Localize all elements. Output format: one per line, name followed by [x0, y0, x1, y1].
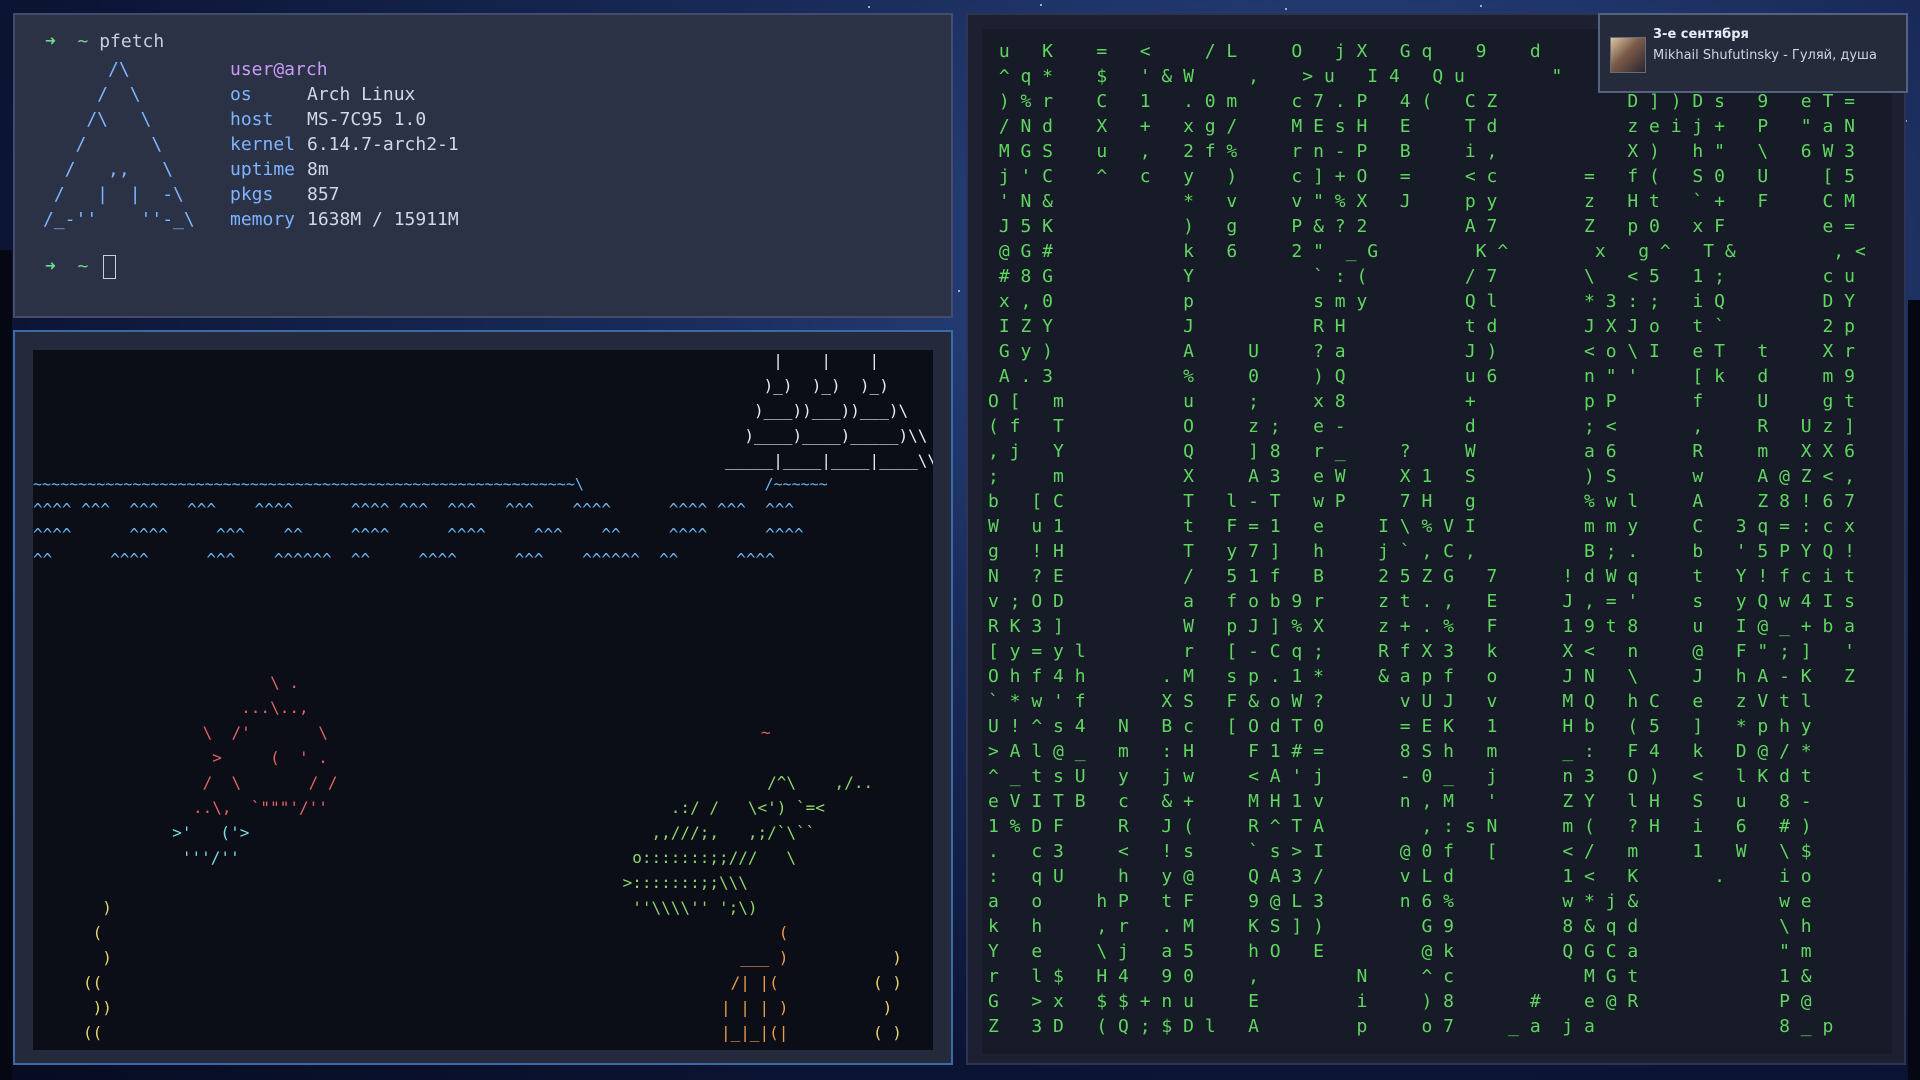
castle-ascii: ( ___ ) /| |( | | | ) |_|_|(|: [721, 923, 789, 1042]
prompt-arrow: ➜ ~: [45, 31, 100, 52]
text-cursor: [103, 255, 117, 279]
bubble-ascii: ~: [761, 723, 771, 742]
command-line: ➜ ~ pfetch: [45, 31, 164, 52]
terminal-matrix-window[interactable]: u K = < / L O j X G q 9 d " ^ q * $ ' & …: [966, 13, 1906, 1065]
matrix-rain-text: u K = < / L O j X G q 9 d " ^ q * $ ' & …: [988, 41, 1866, 1037]
album-art-icon: [1610, 37, 1646, 73]
fish-large-ascii: \ . ...\.., \ /' \ > ( ' . / \ / / ..\, …: [193, 673, 338, 817]
info-row-uptime: uptime 8m: [230, 159, 329, 180]
terminal-aquarium-window[interactable]: | | | )_) )_) )_) )___))___))___)\ )____…: [13, 330, 953, 1065]
fish-small-ascii: >' ('> '''/'': [172, 823, 250, 867]
seaweed-right-ascii: ) ( ) ) ( ): [873, 948, 902, 1042]
notification-title: 3-е сентября: [1653, 27, 1749, 42]
ship-ascii: | | | )_) )_) )_) )___))___))___)\ )____…: [725, 351, 933, 470]
tree-silhouette-right: [1908, 300, 1920, 1080]
matrix-canvas: u K = < / L O j X G q 9 d " ^ q * $ ' & …: [982, 29, 1892, 1054]
arch-logo-ascii: /\ / \ /\ \ / \ / ,, \ / | | -\ /_-'' ''…: [43, 59, 195, 230]
command-text: pfetch: [99, 31, 165, 52]
info-row-host: host MS-7C95 1.0: [230, 109, 427, 130]
prompt-arrow-2: ➜ ~: [45, 256, 100, 277]
info-row-kernel: kernel 6.14.7-arch2-1: [230, 134, 459, 155]
water-surface: ~~~~~~~~~~~~~~~~~~~~~~~~~~~~~~~~~~~~~~~~…: [33, 475, 828, 493]
info-row-memory: memory 1638M / 15911M: [230, 209, 459, 230]
system-info: user@arch os Arch Linux host MS-7C95 1.0 k…: [230, 57, 459, 232]
shark-ascii: /^\ ,/.. .:/ / \<') `=< ,,///;, ,;/`\`` …: [622, 773, 874, 917]
waves-ascii: ^^^^ ^^^ ^^^ ^^^ ^^^^ ^^^^ ^^^ ^^^ ^^^ ^…: [33, 500, 804, 569]
seaweed-left-ascii: ) ( ) (( )) ((: [83, 898, 112, 1042]
terminal-pfetch-window[interactable]: ➜ ~ pfetch /\ / \ /\ \ / \ / ,, \ / | | …: [13, 13, 953, 318]
tree-silhouette-left: [0, 250, 12, 1080]
user-host-label: user@arch: [230, 59, 328, 80]
notification-body: Mikhail Shufutinsky - Гуляй, душа: [1653, 48, 1877, 63]
info-row-os: os Arch Linux: [230, 84, 416, 105]
music-notification[interactable]: 3-е сентября Mikhail Shufutinsky - Гуляй…: [1598, 13, 1908, 93]
info-row-pkgs: pkgs 857: [230, 184, 340, 205]
input-prompt-line[interactable]: ➜ ~: [45, 255, 117, 279]
aquarium-canvas: | | | )_) )_) )_) )___))___))___)\ )____…: [33, 350, 933, 1050]
